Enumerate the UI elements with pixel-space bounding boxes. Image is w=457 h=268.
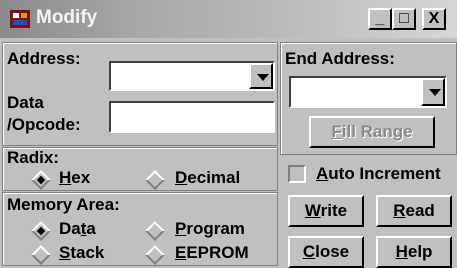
fill-range-label: Fill Range [331, 122, 413, 141]
memory-eeprom-radio[interactable] [145, 245, 165, 265]
radix-panel: Radix: Hex Decimal [2, 147, 278, 191]
address-dropdown[interactable] [109, 61, 275, 91]
close-icon: X [428, 10, 440, 27]
radix-hex-radio[interactable] [31, 170, 51, 190]
minimize-button[interactable]: _ [368, 8, 392, 30]
memory-area-label: Memory Area: [7, 195, 120, 214]
address-label: Address: [7, 49, 81, 68]
close-button[interactable]: X [422, 8, 446, 30]
memory-eeprom-label[interactable]: EEPROM [175, 243, 249, 263]
memory-area-panel: Memory Area: Data Program Stack EEPROM [2, 192, 278, 266]
read-button[interactable]: Read [376, 195, 452, 227]
modify-window: Modify _ □ X Address: Data /Opcode: Radi… [0, 0, 457, 268]
auto-increment-checkbox[interactable] [288, 165, 306, 183]
title-bar[interactable]: Modify _ □ X [0, 0, 457, 38]
data-label-line2: /Opcode: [7, 115, 81, 134]
memory-data-label[interactable]: Data [59, 219, 96, 239]
write-button[interactable]: Write [288, 195, 364, 227]
help-button[interactable]: Help [376, 236, 452, 268]
read-label: Read [393, 201, 435, 220]
fill-range-button[interactable]: Fill Range [309, 116, 435, 148]
maximize-button[interactable]: □ [392, 8, 416, 30]
memory-program-radio[interactable] [145, 221, 165, 241]
app-icon [10, 10, 30, 28]
radix-label: Radix: [7, 148, 59, 167]
memory-stack-radio[interactable] [31, 245, 51, 265]
write-label: Write [304, 201, 348, 220]
data-label-line1: Data [7, 93, 44, 112]
end-address-dropdown[interactable] [289, 76, 447, 108]
help-label: Help [395, 242, 433, 261]
minimize-icon: _ [375, 10, 385, 27]
memory-program-label[interactable]: Program [175, 219, 245, 239]
window-title: Modify [36, 7, 98, 28]
dropdown-arrow-icon[interactable] [249, 63, 273, 89]
memory-data-radio[interactable] [31, 221, 51, 241]
dropdown-arrow-icon[interactable] [421, 78, 445, 106]
maximize-icon: □ [399, 10, 409, 27]
address-panel: Address: Data /Opcode: [2, 42, 278, 146]
end-address-label: End Address: [285, 49, 395, 68]
radix-hex-label[interactable]: Hex [59, 168, 90, 188]
radix-decimal-radio[interactable] [145, 170, 165, 190]
close-dialog-button[interactable]: Close [288, 236, 364, 268]
end-address-panel: End Address: Fill Range [280, 42, 457, 155]
auto-increment-label[interactable]: Auto Increment [316, 164, 441, 184]
close-label: Close [302, 242, 350, 261]
memory-stack-label[interactable]: Stack [59, 243, 104, 263]
data-opcode-input[interactable] [109, 101, 275, 133]
radix-decimal-label[interactable]: Decimal [175, 168, 240, 188]
